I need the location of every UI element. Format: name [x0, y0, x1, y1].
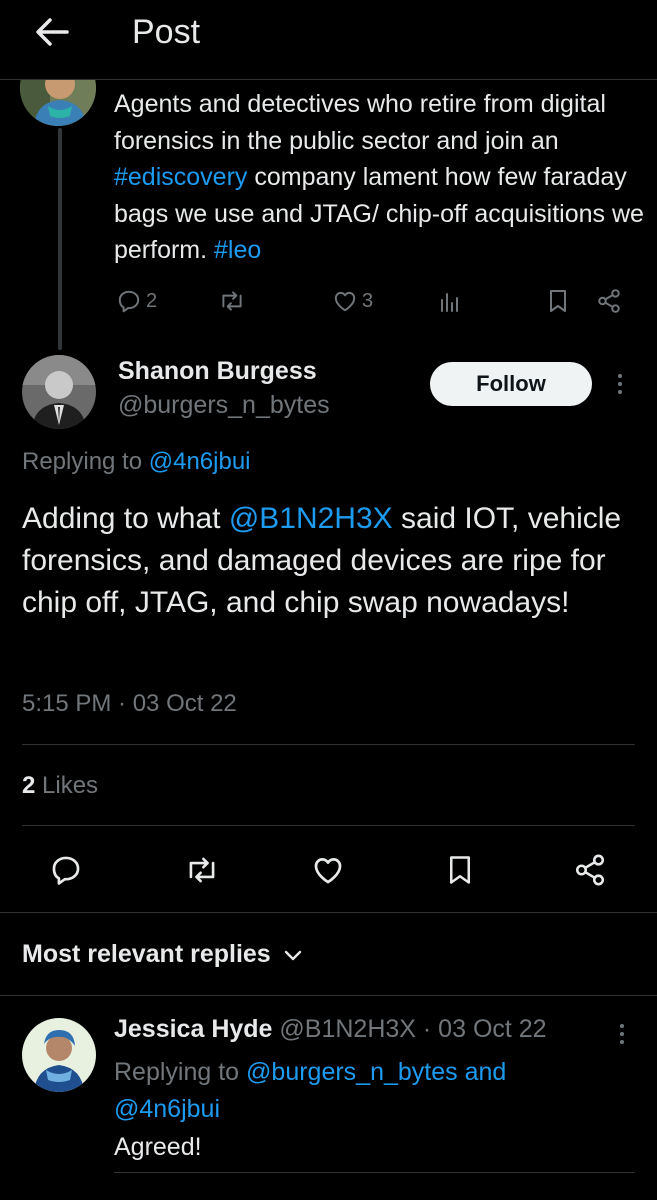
replies-sort-label: Most relevant replies [22, 940, 271, 968]
more-dot [618, 374, 622, 378]
parent-views-button[interactable] [438, 290, 462, 314]
chevron-down-icon [284, 950, 301, 960]
parent-bookmark-button[interactable] [546, 288, 570, 314]
replying-and: and [457, 1058, 507, 1086]
share-icon [598, 289, 620, 313]
bookmark-button[interactable] [440, 850, 480, 890]
replying-to-link[interactable]: @4n6jbui [149, 448, 251, 475]
like-button[interactable] [308, 850, 348, 890]
likes-count-link[interactable]: 2 Likes [22, 772, 98, 800]
likes-count: 2 [22, 772, 36, 799]
reply-date: · 03 Oct 22 [415, 1015, 547, 1043]
page-title: Post [132, 13, 201, 51]
parent-share-button[interactable] [596, 288, 622, 314]
back-button[interactable] [32, 12, 72, 52]
parent-like-count: 3 [362, 289, 374, 312]
reply-text: Agreed! [114, 1133, 202, 1161]
divider [114, 1172, 635, 1173]
divider [0, 912, 657, 913]
reply-author-avatar[interactable] [22, 1018, 96, 1092]
author-name[interactable]: Shanon Burgess [118, 357, 317, 386]
divider [0, 995, 657, 996]
reply-author-name[interactable]: Jessica Hyde [114, 1015, 272, 1043]
top-app-bar: Post [0, 0, 657, 80]
replying-prefix: Replying to [114, 1058, 247, 1086]
reply-replying-to-line: Replying to @burgers_n_bytes and @4n6jbu… [114, 1054, 594, 1128]
parent-post-text: Agents and detectives who retire from di… [114, 86, 644, 269]
parent-reply-count: 2 [146, 289, 158, 312]
repost-button[interactable] [182, 850, 222, 890]
replying-to-link[interactable]: @4n6jbui [114, 1095, 220, 1123]
parent-reply-button[interactable]: 2 [116, 288, 157, 314]
avatar-image [22, 355, 96, 429]
author-handle[interactable]: @burgers_n_bytes [118, 391, 330, 420]
replying-prefix: Replying to [22, 448, 149, 475]
reply-icon [52, 856, 80, 885]
parent-like-button[interactable]: 3 [332, 288, 373, 314]
share-button[interactable] [570, 850, 610, 890]
repost-icon [222, 291, 242, 311]
replying-to-line: Replying to @4n6jbui [22, 448, 251, 476]
thread-connector-line [58, 128, 62, 350]
author-avatar[interactable] [22, 355, 96, 429]
more-dot [618, 382, 622, 386]
hashtag-leo[interactable]: #leo [214, 236, 261, 264]
hashtag-ediscovery[interactable]: #ediscovery [114, 163, 247, 191]
arrow-left-icon [36, 18, 69, 46]
reply-more-options-button[interactable] [612, 1016, 632, 1052]
more-dot [620, 1040, 624, 1044]
heart-icon [334, 291, 356, 312]
more-dot [618, 390, 622, 394]
avatar-image [22, 1018, 96, 1092]
reply-button[interactable] [46, 850, 86, 890]
post-text: Adding to what @B1N2H3X said IOT, vehicl… [22, 498, 642, 624]
more-options-button[interactable] [610, 366, 630, 402]
bookmark-icon [550, 290, 566, 312]
likes-label: Likes [35, 772, 99, 799]
reply-header: Jessica Hyde @B1N2H3X · 03 Oct 22 [114, 1015, 547, 1044]
more-dot [620, 1024, 624, 1028]
heart-icon [314, 858, 342, 884]
analytics-icon [441, 293, 458, 312]
post-text-part: Adding to what [22, 502, 229, 535]
parent-repost-button[interactable] [218, 288, 246, 314]
divider [22, 744, 635, 745]
replying-to-link[interactable]: @burgers_n_bytes [246, 1058, 458, 1086]
divider [22, 825, 635, 826]
parent-text-part: Agents and detectives who retire from di… [114, 90, 606, 155]
follow-button[interactable]: Follow [430, 362, 592, 406]
reply-author-handle[interactable]: @B1N2H3X [279, 1015, 416, 1043]
bookmark-icon [450, 856, 470, 884]
more-dot [620, 1032, 624, 1036]
share-icon [575, 854, 605, 886]
repost-icon [189, 857, 215, 883]
replies-sort-dropdown[interactable]: Most relevant replies [22, 940, 303, 969]
mention-link[interactable]: @B1N2H3X [229, 502, 393, 535]
post-timestamp[interactable]: 5:15 PM · 03 Oct 22 [22, 690, 237, 718]
reply-icon [118, 290, 140, 313]
